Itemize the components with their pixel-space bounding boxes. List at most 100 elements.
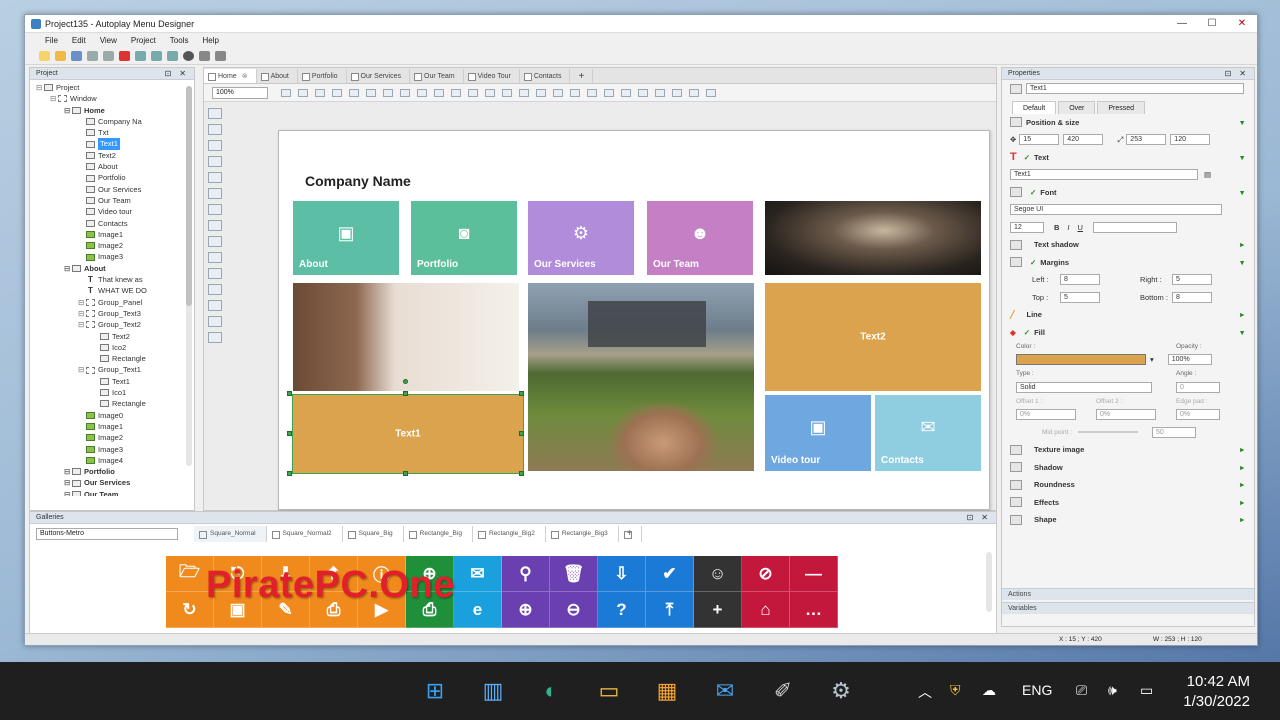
shadow-section[interactable]: Shadow ▸ [1002,459,1254,477]
lock-icon[interactable] [621,88,631,97]
menu-tools[interactable]: Tools [164,36,195,45]
tree-node[interactable]: Image2 [32,240,194,251]
expand-toggle-icon[interactable]: ⊟ [64,466,72,477]
effects-section[interactable]: Effects ▸ [1002,494,1254,512]
preview-icon[interactable] [183,50,194,61]
store-icon[interactable]: ▦ [652,676,682,706]
expand-toggle-icon[interactable]: ⊟ [64,263,72,274]
tree-node[interactable]: ⊟ Project [32,82,194,93]
fill-color-swatch[interactable] [1016,354,1146,366]
user-icon[interactable]: ☺ [694,556,742,592]
expand-toggle-icon[interactable]: ⊟ [78,308,86,319]
text-section[interactable]: T ✓ Text ▾ [1002,149,1254,167]
contacts-tile[interactable]: ✉ Contacts [875,395,981,471]
ungroup-icon[interactable] [604,88,614,97]
font-size-field[interactable]: 12 [1010,221,1044,233]
flash-tool-icon[interactable] [208,332,222,343]
font-enabled-check[interactable]: ✓ [1030,188,1036,197]
help-icon[interactable]: ? [598,592,646,628]
redo-icon[interactable] [103,50,114,61]
image-tool-icon[interactable] [208,156,222,167]
gallery-select[interactable]: Buttons-Metro [36,528,178,540]
actions-panel-header[interactable]: Actions [1002,588,1254,600]
radio-tool-icon[interactable] [208,236,222,247]
more-icon[interactable]: … [790,592,838,628]
grid-icon[interactable] [332,88,342,97]
tree-node[interactable]: Rectangle [32,353,194,364]
expand-icon[interactable]: ▸ [1240,463,1244,472]
button-tool-icon[interactable] [208,172,222,183]
tree-node[interactable]: ⊟ Group_Text2 [32,319,194,330]
portfolio-tile[interactable]: ◙ Portfolio [411,201,517,275]
language-indicator[interactable]: ENG [1022,682,1052,698]
rectangle-tool-icon[interactable] [208,204,222,215]
tree-node[interactable]: Ico2 [32,342,194,353]
tab-our-services[interactable]: Our Services [347,69,411,83]
send-back-icon[interactable] [570,88,580,97]
expand-icon[interactable]: ▾ [1240,328,1244,337]
about-tile[interactable]: ▣ About [293,201,399,275]
checkbox-tool-icon[interactable] [208,220,222,231]
align-top-icon[interactable] [417,88,427,97]
tree-node[interactable]: Our Team [32,195,194,206]
bring-front-icon[interactable] [553,88,563,97]
text-tool-icon[interactable] [208,124,222,135]
expand-icon[interactable]: ▸ [1240,498,1244,507]
opacity-field[interactable]: 100% [1167,354,1212,366]
expand-toggle-icon[interactable]: ⊟ [78,364,86,375]
tab-pressed[interactable]: Pressed [1097,100,1146,114]
save-icon[interactable] [71,50,82,61]
underline-icon[interactable]: U [1078,223,1083,232]
text-value-field[interactable]: Text1 [1010,169,1198,181]
distribute-h-icon[interactable] [468,88,478,97]
security-icon[interactable]: ⛨ [950,682,961,699]
search-icon[interactable]: ⚲ [502,556,550,592]
tree-node[interactable]: Image3 [32,251,194,262]
menu-help[interactable]: Help [196,36,224,45]
expand-toggle-icon[interactable]: ⊟ [64,477,72,488]
list-tool-icon[interactable] [208,252,222,263]
expand-toggle-icon[interactable]: ⊟ [64,489,72,496]
tree-node[interactable]: Image4 [32,455,194,466]
expand-toggle-icon[interactable]: ⊟ [78,319,86,330]
height-field[interactable]: 120 [1170,134,1211,146]
menu-project[interactable]: Project [125,36,162,45]
pin-icon[interactable]: ⊡ [1225,69,1232,78]
line-section[interactable]: ╱ Line ▸ [1002,306,1254,324]
pin-icon[interactable]: ⊡ [165,69,172,78]
variables-panel-header[interactable]: Variables [1002,602,1254,614]
distribute-v-icon[interactable] [485,88,495,97]
pdf-tool-icon[interactable] [208,316,222,327]
home-icon[interactable]: ⌂ [742,592,790,628]
offset2-field[interactable]: 0% [1096,409,1156,421]
snap-icon[interactable] [349,88,359,97]
gallery-tab[interactable]: Square_Big [343,526,404,542]
color-dropdown-icon[interactable]: ▾ [1150,355,1154,364]
shape-section[interactable]: Shape ▸ [1002,511,1254,529]
flip-h-icon[interactable] [638,88,648,97]
tree-node[interactable]: Image2 [32,432,194,443]
midpoint-slider[interactable] [1078,431,1138,434]
text1-tile-selected[interactable]: Text1 [292,394,524,474]
same-width-icon[interactable] [502,88,512,97]
resize-handle[interactable] [403,391,408,396]
y-field[interactable]: 420 [1063,134,1104,146]
tree-node[interactable]: ⊟ Window [32,93,194,104]
tree-node[interactable]: Image3 [32,444,194,455]
tree-node[interactable]: ⊟ Group_Panel [32,297,194,308]
company-name-text[interactable]: Company Name [305,173,411,189]
expand-icon[interactable]: ▾ [1240,188,1244,197]
tree-node[interactable]: ⊟ Group_Text3 [32,308,194,319]
expand-toggle-icon[interactable]: ⊟ [64,105,72,116]
tree-node[interactable]: Image1 [32,421,194,432]
rotate-icon[interactable] [672,88,682,97]
new-icon[interactable] [39,50,50,61]
zoom-select[interactable]: 100% [212,86,268,99]
tree-node[interactable]: Text1 [32,376,194,387]
copy-icon[interactable] [151,50,162,61]
preview-icon[interactable] [689,88,699,97]
minimize-button[interactable]: — [1167,15,1197,33]
midpoint-field[interactable]: 50 [1152,426,1196,438]
roundness-section[interactable]: Roundness ▸ [1002,476,1254,494]
font-section[interactable]: ✓ Font ▾ [1002,184,1254,202]
